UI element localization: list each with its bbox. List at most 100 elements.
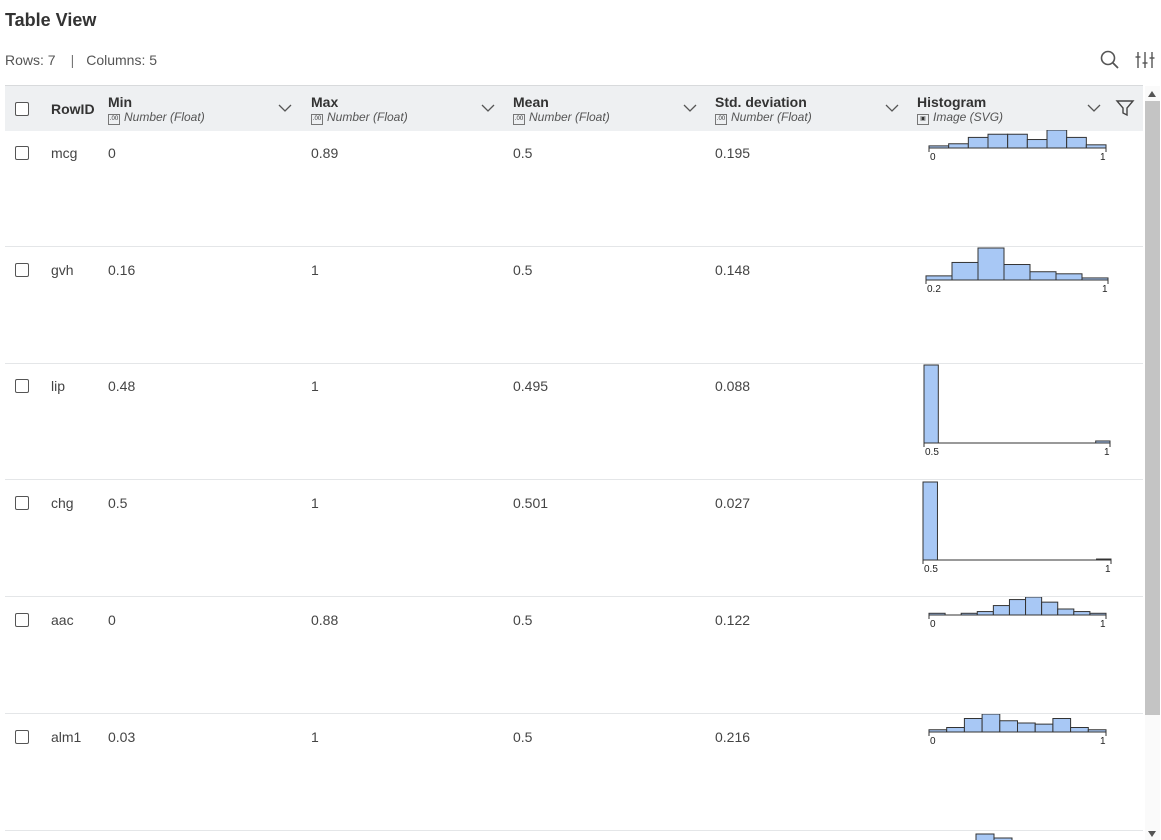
- number-type-icon: .00: [311, 114, 323, 125]
- histogram-bar: [1041, 601, 1059, 616]
- cell-std: 0.216: [715, 728, 751, 745]
- histogram-bar: [922, 481, 938, 561]
- row-id: aac: [51, 611, 74, 628]
- column-header-max[interactable]: Max .00 Number (Float): [311, 86, 501, 131]
- table-row[interactable]: chg 0.5 1 0.501 0.027 0.5 1: [5, 480, 1143, 598]
- histogram-chart: 01: [928, 713, 1107, 747]
- column-type: .00 Number (Float): [513, 110, 610, 125]
- cell-mean: 0.5: [513, 728, 533, 745]
- row-checkbox[interactable]: [15, 146, 29, 160]
- number-type-icon: .00: [715, 114, 727, 125]
- histogram-tick-label: 0: [930, 619, 936, 630]
- histogram-tick-label: 0: [930, 736, 936, 747]
- histogram-bar: [948, 143, 969, 149]
- histogram-bar: [1003, 263, 1031, 281]
- histogram-bar: [981, 713, 1001, 732]
- sliders-icon[interactable]: [1134, 49, 1156, 71]
- column-name: Histogram: [917, 94, 987, 110]
- cell-min: 0.03: [108, 728, 136, 745]
- chevron-down-icon[interactable]: [683, 101, 697, 115]
- histogram-bar: [977, 247, 1005, 281]
- histogram-bar: [1057, 608, 1075, 616]
- histogram-bar: [1052, 717, 1072, 732]
- cell-std: 0.148: [715, 261, 751, 278]
- row-checkbox[interactable]: [15, 612, 29, 627]
- column-name: Mean: [513, 94, 549, 110]
- row-checkbox[interactable]: [15, 496, 29, 511]
- histogram-bar: [963, 717, 983, 732]
- table-row[interactable]: aac 0 0.88 0.5 0.122 0 1: [5, 596, 1143, 714]
- column-header-min[interactable]: Min .00 Number (Float): [108, 86, 298, 131]
- cell-max: 1: [311, 378, 319, 395]
- row-id: mcg: [51, 145, 78, 161]
- cell-mean: 0.5: [513, 261, 533, 278]
- cell-min: 0.16: [108, 261, 136, 278]
- histogram-tick-label: 0: [930, 152, 936, 163]
- histogram-bar: [1070, 726, 1089, 732]
- table-header: RowID Min .00 Number (Float) Max .00 Numbe…: [5, 85, 1143, 131]
- histogram-bar: [1055, 272, 1083, 281]
- histogram-bar: [967, 136, 989, 149]
- histogram-bar: [1066, 136, 1087, 149]
- histogram-bar: [1073, 610, 1091, 616]
- histogram-chart: 0.2 1: [925, 247, 1109, 295]
- chevron-down-icon[interactable]: [481, 101, 495, 115]
- cell-mean: 0.501: [513, 495, 549, 512]
- chevron-down-icon[interactable]: [278, 101, 292, 115]
- rowid-header: RowID: [51, 101, 95, 117]
- scrollbar-thumb[interactable]: [1145, 101, 1160, 715]
- scroll-down-arrow[interactable]: [1148, 831, 1156, 837]
- histogram-bar: [946, 726, 965, 732]
- select-all-checkbox[interactable]: [15, 102, 29, 116]
- cell-std: 0.122: [715, 611, 751, 628]
- cell-max: 1: [311, 495, 319, 512]
- column-name: Min: [108, 94, 133, 110]
- table-row-partial: [5, 830, 1143, 840]
- table-row[interactable]: alm1 0.03 1 0.5 0.216 0 1: [5, 713, 1143, 831]
- stats-separator: |: [70, 52, 75, 68]
- histogram-chart: 01: [928, 130, 1107, 163]
- column-type: ▣ Image (SVG): [917, 110, 1003, 125]
- histogram-bar: [992, 604, 1010, 616]
- histogram-chart: 0.5 1: [922, 481, 1112, 575]
- chevron-down-icon[interactable]: [885, 101, 899, 115]
- column-header-mean[interactable]: Mean .00 Number (Float): [513, 86, 703, 131]
- cell-min: 0: [108, 611, 116, 628]
- chevron-down-icon[interactable]: [1087, 101, 1101, 115]
- histogram-tick-label: 1: [1100, 619, 1106, 630]
- table-row[interactable]: lip 0.48 1 0.495 0.088 0.5 1: [5, 363, 1143, 481]
- histogram-bar: [1046, 130, 1068, 149]
- cell-mean: 0.5: [513, 611, 533, 628]
- row-checkbox[interactable]: [15, 379, 29, 394]
- column-header-std-deviation[interactable]: Std. deviation .00 Number (Float): [715, 86, 905, 131]
- histogram-chart: 01: [928, 596, 1107, 630]
- cell-min: 0.5: [108, 495, 128, 512]
- table-row[interactable]: mcg 0 0.89 0.5 0.195 0 1: [5, 130, 1143, 247]
- histogram-bar: [1017, 722, 1036, 732]
- column-header-histogram[interactable]: Histogram ▣ Image (SVG): [917, 86, 1107, 131]
- histogram-tick-label: 0.2: [927, 284, 941, 295]
- histogram-chart: 0.5 1: [923, 364, 1111, 458]
- table-row[interactable]: gvh 0.16 1 0.5 0.148 0.2 1: [5, 247, 1143, 364]
- row-checkbox[interactable]: [15, 729, 29, 744]
- row-id: lip: [51, 378, 66, 395]
- column-type: .00 Number (Float): [311, 110, 408, 125]
- filter-icon[interactable]: [1115, 98, 1135, 118]
- rows-count: Rows: 7: [5, 52, 56, 68]
- histogram-bar: [1007, 133, 1028, 149]
- page-title: Table View: [5, 10, 97, 30]
- cell-max: 0.89: [311, 145, 339, 161]
- histogram-bar: [1026, 139, 1048, 149]
- histogram-bar: [1008, 598, 1027, 616]
- search-icon[interactable]: [1099, 49, 1121, 71]
- scroll-up-arrow[interactable]: [1148, 91, 1156, 97]
- columns-count: Columns: 5: [86, 52, 158, 68]
- histogram-bar: [923, 364, 939, 444]
- cell-max: 0.88: [311, 611, 339, 628]
- row-checkbox[interactable]: [15, 262, 29, 277]
- column-name: Max: [311, 94, 339, 110]
- number-type-icon: .00: [108, 114, 120, 125]
- image-type-icon: ▣: [917, 114, 929, 125]
- cell-max: 1: [311, 261, 319, 278]
- cell-min: 0: [108, 145, 116, 161]
